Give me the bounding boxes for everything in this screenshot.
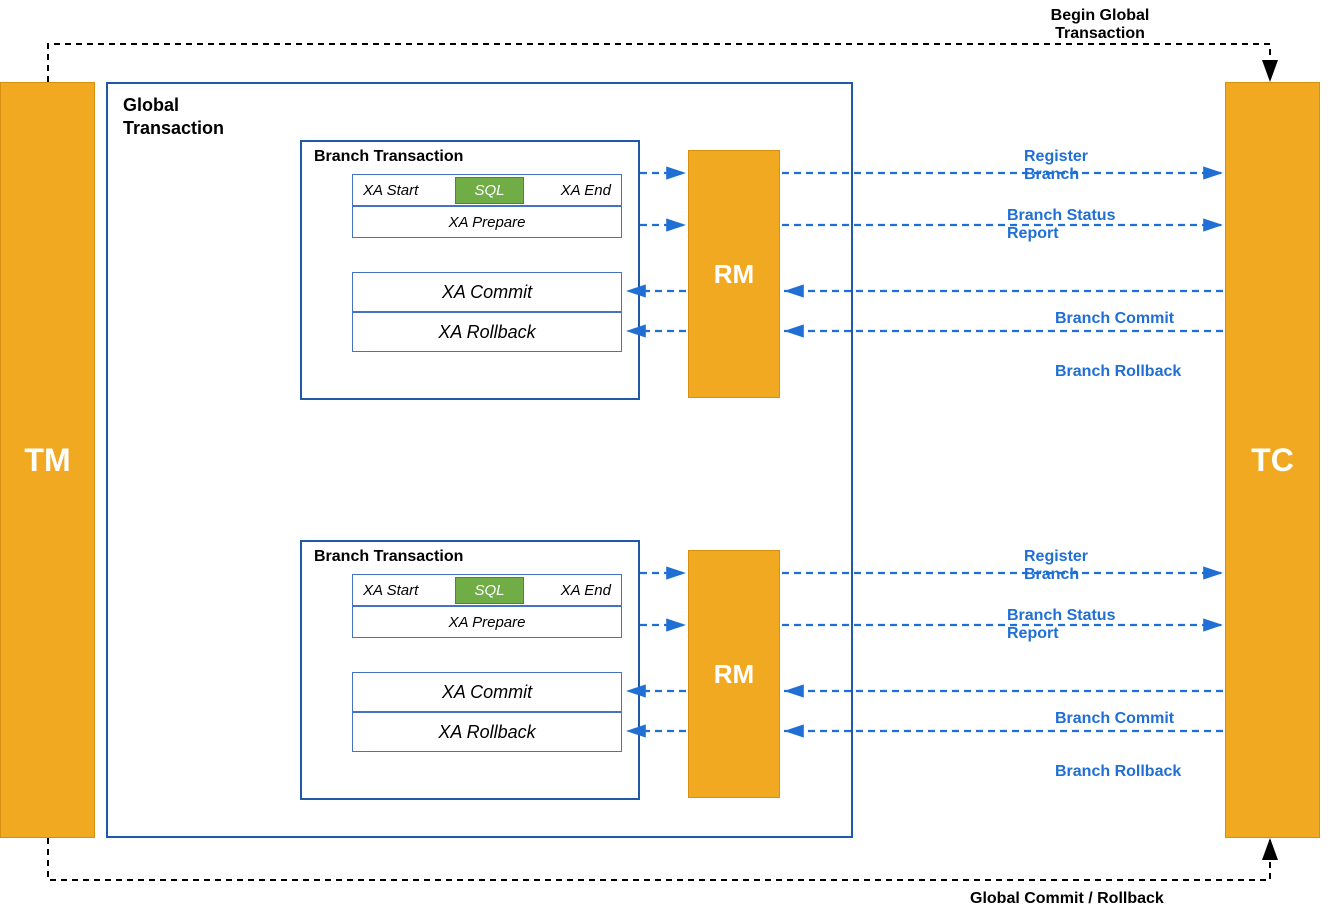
xa-prepare-row: XA Prepare (352, 606, 622, 638)
register-branch-label: Register Branch (1024, 148, 1088, 184)
branch-status-report-label-2: Branch Status Report (1007, 607, 1115, 643)
branch-commit-label-2: Branch Commit (1055, 710, 1174, 728)
branch-transaction-label: Branch Transaction (314, 148, 463, 166)
rm-label: RM (714, 259, 754, 290)
xa-end-label: XA End (561, 182, 611, 199)
rm-box-2: RM (688, 550, 780, 798)
branch-transaction-2: Branch Transaction XA Start SQL XA End X… (300, 540, 640, 800)
xa-rollback-row: XA Rollback (352, 312, 622, 352)
branch-status-report-label: Branch Status Report (1007, 207, 1115, 243)
sql-box: SQL (455, 177, 523, 204)
branch-rollback-label: Branch Rollback (1055, 363, 1181, 381)
xa-start-label: XA Start (363, 182, 418, 199)
xa-start-end-row: XA Start SQL XA End (352, 574, 622, 606)
branch-transaction-1: Branch Transaction XA Start SQL XA End X… (300, 140, 640, 400)
xa-commit-row: XA Commit (352, 672, 622, 712)
branch-rollback-label-2: Branch Rollback (1055, 763, 1181, 781)
sql-box: SQL (455, 577, 523, 604)
register-branch-label-2: Register Branch (1024, 548, 1088, 584)
global-commit-rollback-label: Global Commit / Rollback (970, 890, 1164, 908)
tc-box: TC (1225, 82, 1320, 838)
xa-prepare-row: XA Prepare (352, 206, 622, 238)
branch-transaction-label: Branch Transaction (314, 548, 463, 566)
xa-end-label: XA End (561, 582, 611, 599)
xa-start-label: XA Start (363, 582, 418, 599)
tc-label: TC (1251, 442, 1294, 479)
rm-box-1: RM (688, 150, 780, 398)
tm-label: TM (24, 442, 70, 479)
xa-rollback-row: XA Rollback (352, 712, 622, 752)
global-transaction-title: Global Transaction (123, 94, 224, 141)
rm-label: RM (714, 659, 754, 690)
xa-start-end-row: XA Start SQL XA End (352, 174, 622, 206)
branch-commit-label: Branch Commit (1055, 310, 1174, 328)
tm-box: TM (0, 82, 95, 838)
begin-global-label: Begin Global Transaction (1000, 7, 1200, 43)
xa-commit-row: XA Commit (352, 272, 622, 312)
